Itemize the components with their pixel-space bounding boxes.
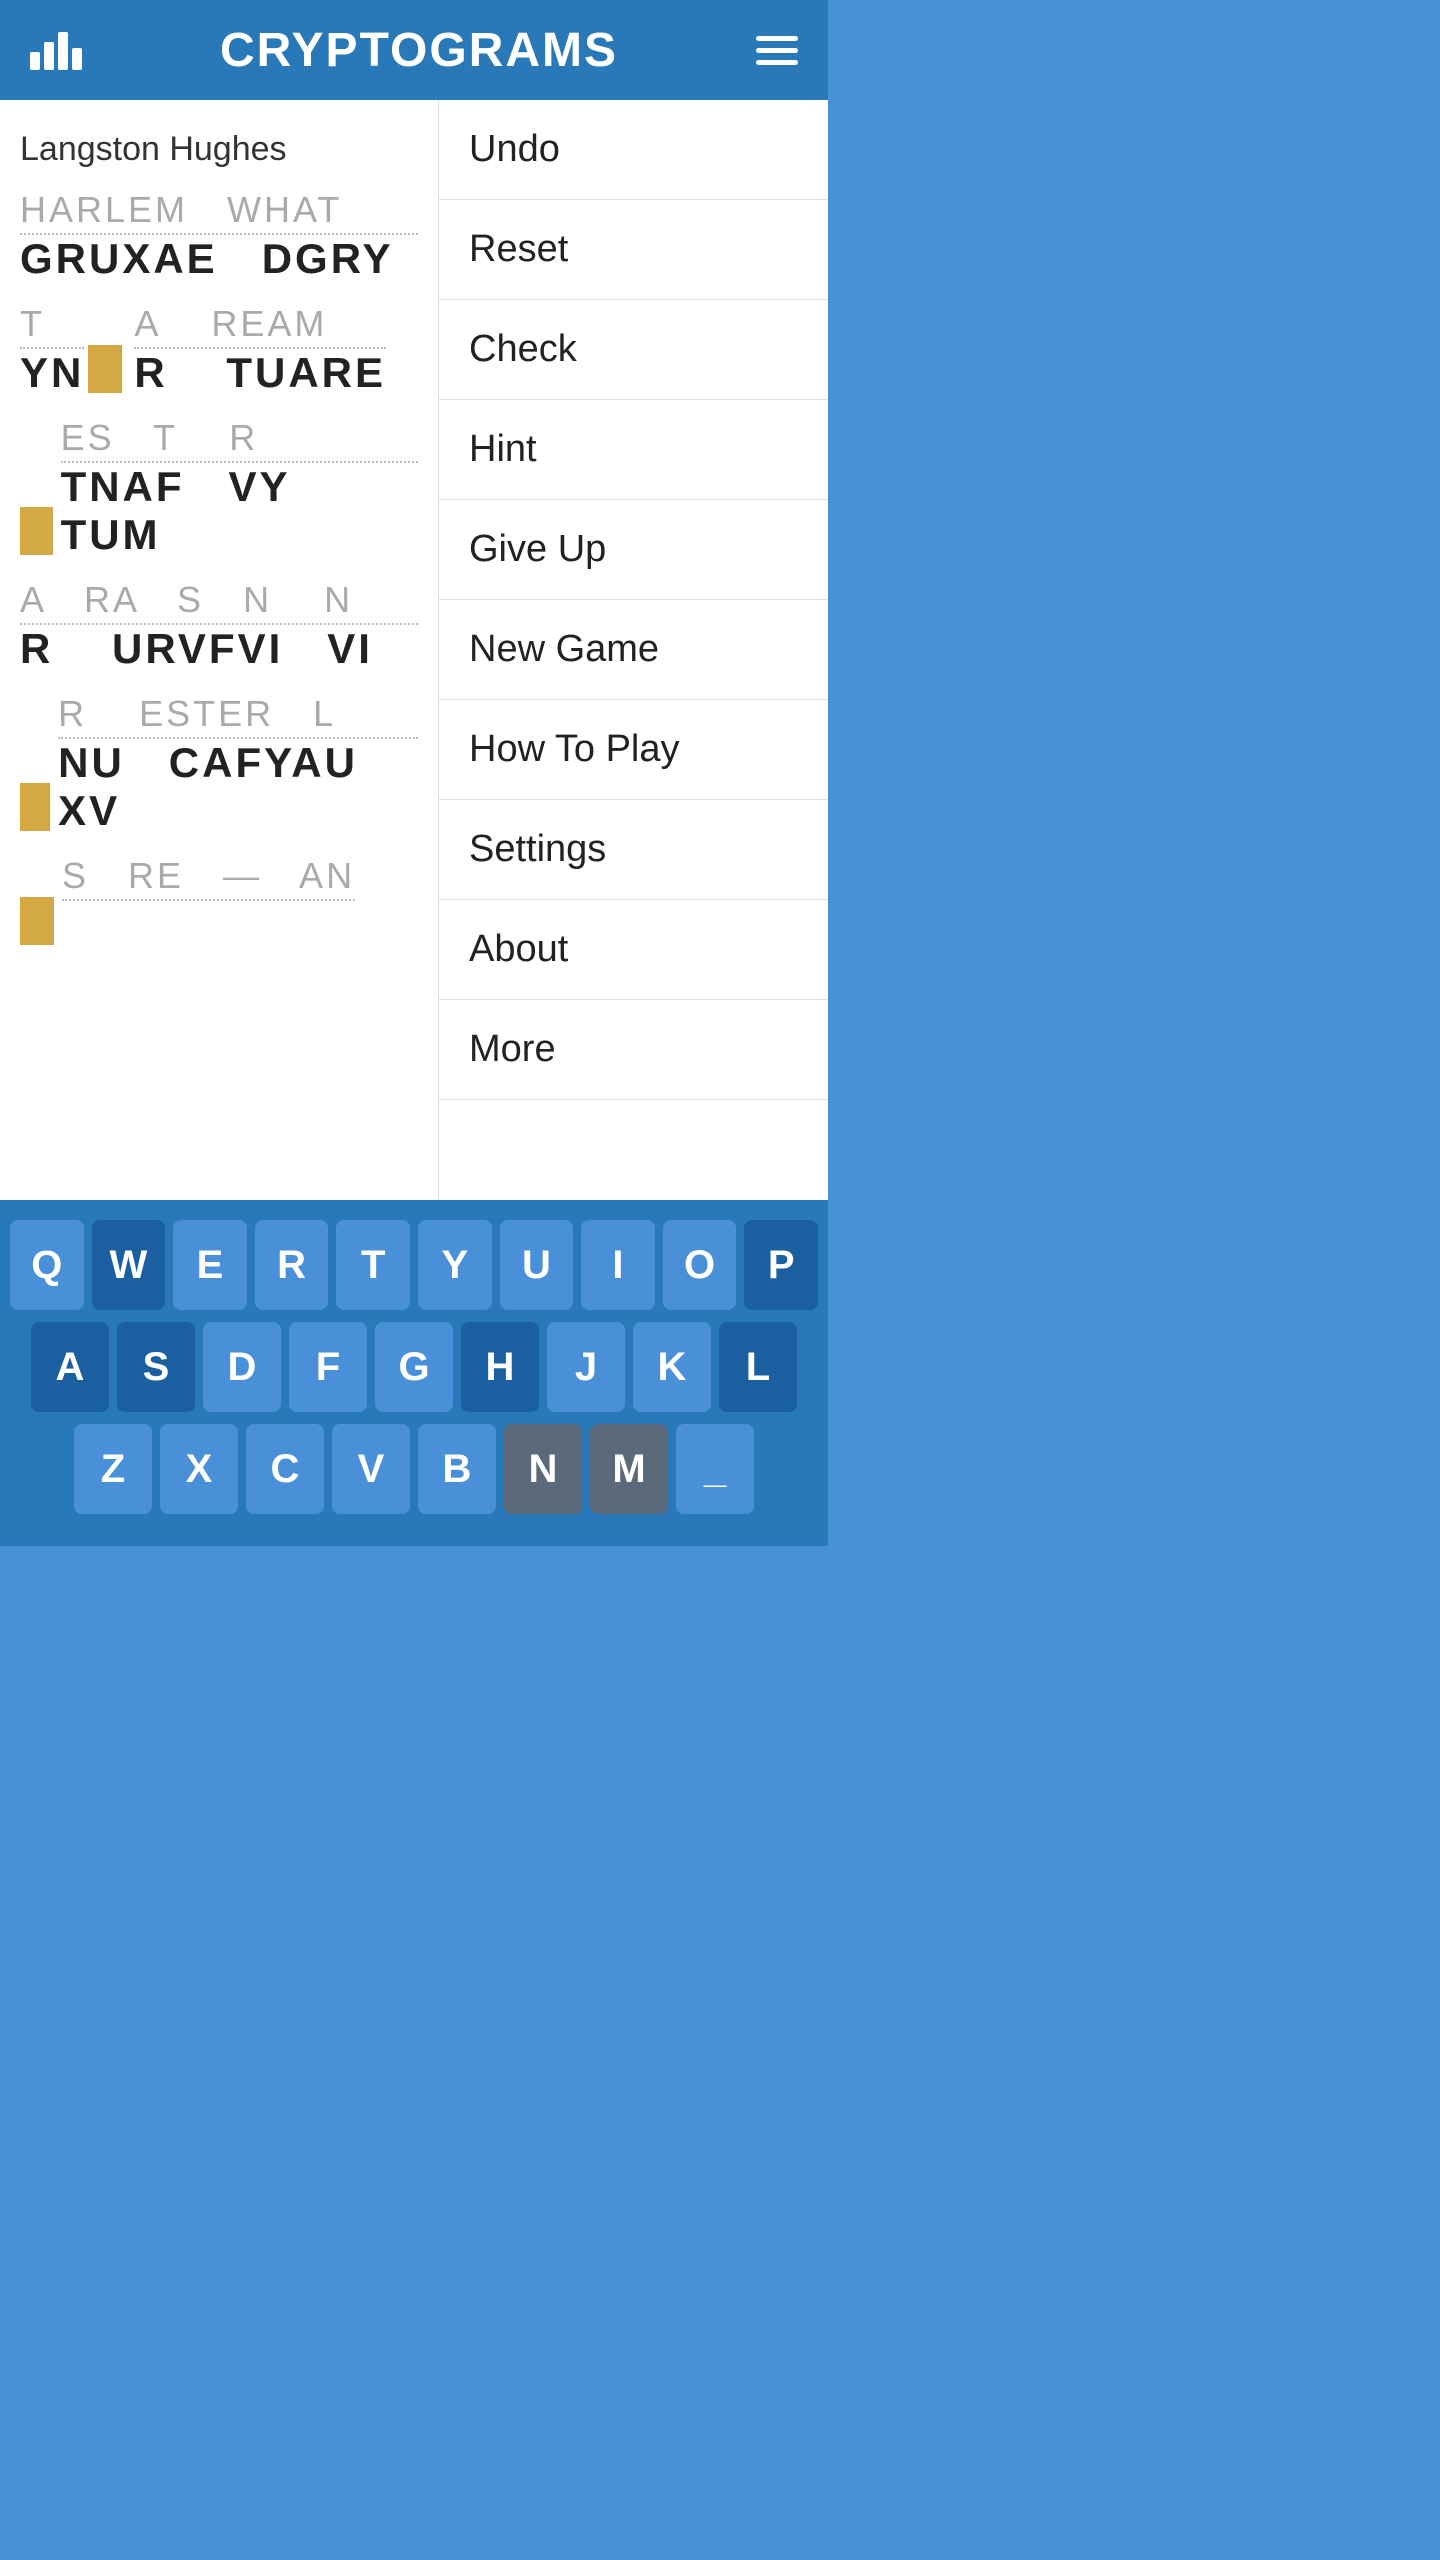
key-Q[interactable]: Q [10, 1220, 84, 1310]
app-header: Cryptograms [0, 0, 828, 100]
key-L[interactable]: L [719, 1322, 797, 1412]
stats-icon[interactable] [30, 30, 82, 70]
key-W[interactable]: W [92, 1220, 166, 1310]
key-S[interactable]: S [117, 1322, 195, 1412]
menu-item-more[interactable]: More [439, 1000, 828, 1100]
menu-item-how-to-play[interactable]: How To Play [439, 700, 828, 800]
key-E[interactable]: E [173, 1220, 247, 1310]
key-K[interactable]: K [633, 1322, 711, 1412]
main-content: Langston Hughes HARLEM WHAT GRUXAE DGRY … [0, 100, 828, 1200]
key-J[interactable]: J [547, 1322, 625, 1412]
keyboard: Q W E R T Y U I O P A S D F G H J K L Z … [0, 1200, 828, 1546]
plain-row-6 [62, 901, 355, 949]
plain-r: R TUARE [134, 349, 386, 397]
key-X[interactable]: X [160, 1424, 238, 1514]
app-title: Cryptograms [220, 23, 618, 78]
puzzle-row-2: T YN A REAM R TUARE [20, 303, 418, 397]
key-G[interactable]: G [375, 1322, 453, 1412]
menu-item-new-game[interactable]: New Game [439, 600, 828, 700]
menu-item-give-up[interactable]: Give Up [439, 500, 828, 600]
key-Z[interactable]: Z [74, 1424, 152, 1514]
key-F[interactable]: F [289, 1322, 367, 1412]
dropdown-menu: Undo Reset Check Hint Give Up New Game H… [438, 100, 828, 1200]
puzzle-row-1: HARLEM WHAT GRUXAE DGRY [20, 189, 418, 283]
key-P[interactable]: P [744, 1220, 818, 1310]
keyboard-row-1: Q W E R T Y U I O P [10, 1220, 818, 1310]
plain-tnaf: TNAF VY TUM [61, 463, 418, 559]
cipher-t: T [20, 303, 84, 349]
keyboard-row-2: A S D F G H J K L [10, 1322, 818, 1412]
key-D[interactable]: D [203, 1322, 281, 1412]
cipher-row-4: A RA S N N [20, 579, 418, 625]
puzzle-row-5: R ESTER L NU CAFYAU XV [20, 693, 418, 835]
menu-item-settings[interactable]: Settings [439, 800, 828, 900]
menu-button[interactable] [756, 36, 798, 65]
menu-item-hint[interactable]: Hint [439, 400, 828, 500]
puzzle-row-4: A RA S N N R URVFVI VI [20, 579, 418, 673]
key-V[interactable]: V [332, 1424, 410, 1514]
cipher-row-1: HARLEM WHAT [20, 189, 418, 235]
key-N[interactable]: N [504, 1424, 582, 1514]
key-Y[interactable]: Y [418, 1220, 492, 1310]
plain-row-4: R URVFVI VI [20, 625, 418, 673]
key-C[interactable]: C [246, 1424, 324, 1514]
cipher-row-5: R ESTER L [58, 693, 418, 739]
key-O[interactable]: O [663, 1220, 737, 1310]
menu-item-reset[interactable]: Reset [439, 200, 828, 300]
plain-yn: YN [20, 349, 84, 397]
cipher-es: ES T R [61, 417, 418, 463]
key-B[interactable]: B [418, 1424, 496, 1514]
key-underscore[interactable]: _ [676, 1424, 754, 1514]
cipher-a: A REAM [134, 303, 386, 349]
cipher-row-6: S RE — AN [62, 855, 355, 901]
menu-item-about[interactable]: About [439, 900, 828, 1000]
key-U[interactable]: U [500, 1220, 574, 1310]
key-T[interactable]: T [336, 1220, 410, 1310]
author-label: Langston Hughes [20, 130, 418, 169]
key-I[interactable]: I [581, 1220, 655, 1310]
key-A[interactable]: A [31, 1322, 109, 1412]
menu-item-check[interactable]: Check [439, 300, 828, 400]
key-M[interactable]: M [590, 1424, 668, 1514]
puzzle-area: Langston Hughes HARLEM WHAT GRUXAE DGRY … [0, 100, 438, 1200]
plain-row-1: GRUXAE DGRY [20, 235, 418, 283]
keyboard-row-3: Z X C V B N M _ [10, 1424, 818, 1514]
puzzle-row-3: ES T R TNAF VY TUM [20, 417, 418, 559]
key-R[interactable]: R [255, 1220, 329, 1310]
puzzle-row-6: S RE — AN [20, 855, 418, 949]
menu-item-undo[interactable]: Undo [439, 100, 828, 200]
plain-row-5: NU CAFYAU XV [58, 739, 418, 835]
key-H[interactable]: H [461, 1322, 539, 1412]
